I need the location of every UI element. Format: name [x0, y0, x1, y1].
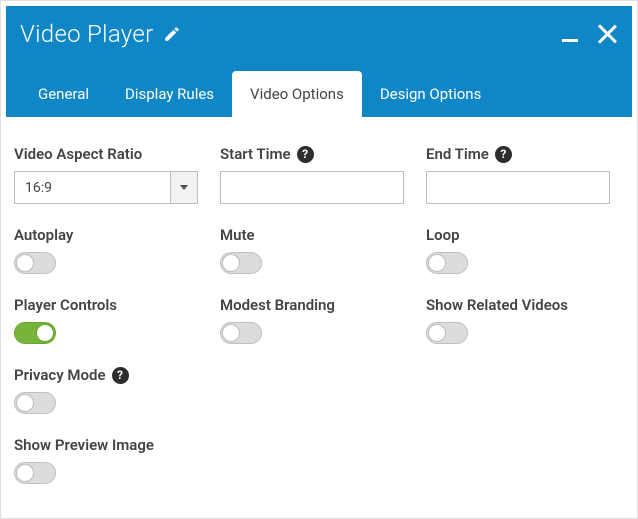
- field-modest-branding: Modest Branding: [220, 296, 404, 344]
- autoplay-toggle[interactable]: [14, 252, 56, 274]
- end-time-help-icon[interactable]: ?: [495, 146, 512, 163]
- tab-video-options[interactable]: Video Options: [232, 71, 362, 117]
- field-autoplay: Autoplay: [14, 226, 198, 274]
- show-preview-toggle[interactable]: [14, 462, 56, 484]
- loop-toggle[interactable]: [426, 252, 468, 274]
- start-time-label: Start Time: [220, 145, 291, 163]
- dialog-header: Video Player: [6, 6, 632, 61]
- mute-toggle[interactable]: [220, 252, 262, 274]
- aspect-ratio-dropdown-button[interactable]: [170, 172, 197, 203]
- start-time-input[interactable]: [220, 171, 404, 204]
- chevron-down-icon: [180, 185, 188, 190]
- modest-branding-toggle[interactable]: [220, 322, 262, 344]
- field-start-time: Start Time ?: [220, 145, 404, 204]
- show-preview-label: Show Preview Image: [14, 436, 198, 454]
- autoplay-label: Autoplay: [14, 226, 198, 244]
- end-time-label: End Time: [426, 145, 489, 163]
- video-player-dialog: Video Player General Display Rules Video…: [0, 0, 638, 519]
- field-show-preview: Show Preview Image: [14, 436, 198, 484]
- field-mute: Mute: [220, 226, 404, 274]
- show-related-toggle[interactable]: [426, 322, 468, 344]
- close-icon[interactable]: [596, 23, 618, 45]
- loop-label: Loop: [426, 226, 610, 244]
- field-privacy-mode: Privacy Mode ?: [14, 366, 198, 414]
- minimize-icon[interactable]: [562, 24, 582, 44]
- tab-bar: General Display Rules Video Options Desi…: [6, 61, 632, 117]
- dialog-title: Video Player: [20, 20, 153, 48]
- field-player-controls: Player Controls: [14, 296, 198, 344]
- start-time-help-icon[interactable]: ?: [297, 146, 314, 163]
- edit-title-icon[interactable]: [163, 25, 181, 43]
- field-aspect-ratio: Video Aspect Ratio 16:9: [14, 145, 198, 204]
- privacy-mode-label: Privacy Mode: [14, 366, 106, 384]
- tab-design-options[interactable]: Design Options: [362, 71, 500, 117]
- show-related-label: Show Related Videos: [426, 296, 610, 314]
- tab-display-rules[interactable]: Display Rules: [107, 71, 232, 117]
- tab-general[interactable]: General: [20, 71, 107, 117]
- field-show-related: Show Related Videos: [426, 296, 610, 344]
- mute-label: Mute: [220, 226, 404, 244]
- field-loop: Loop: [426, 226, 610, 274]
- aspect-ratio-value: 16:9: [15, 172, 170, 203]
- modest-branding-label: Modest Branding: [220, 296, 404, 314]
- field-end-time: End Time ?: [426, 145, 610, 204]
- player-controls-toggle[interactable]: [14, 322, 56, 344]
- end-time-input[interactable]: [426, 171, 610, 204]
- privacy-mode-help-icon[interactable]: ?: [112, 367, 129, 384]
- aspect-ratio-label: Video Aspect Ratio: [14, 145, 198, 163]
- aspect-ratio-select[interactable]: 16:9: [14, 171, 198, 204]
- privacy-mode-toggle[interactable]: [14, 392, 56, 414]
- player-controls-label: Player Controls: [14, 296, 198, 314]
- settings-panel: Video Aspect Ratio 16:9 Start Time ? End: [6, 117, 632, 513]
